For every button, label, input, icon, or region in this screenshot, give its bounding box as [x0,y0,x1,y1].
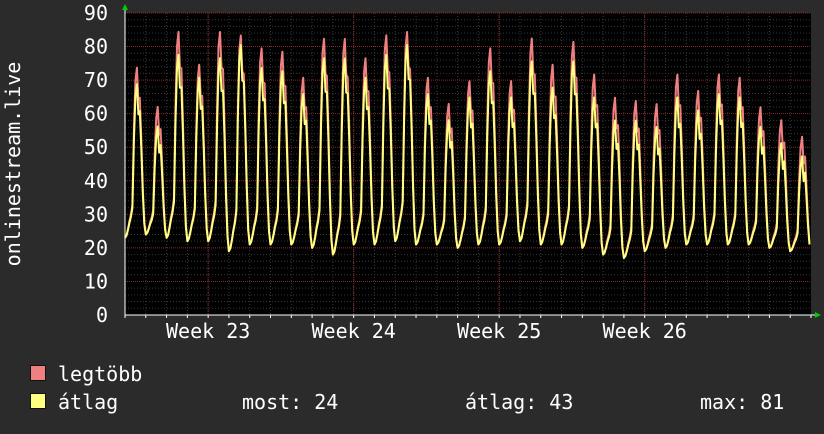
x-tick-labels: Week 23 Week 24 Week 25 Week 26 [166,319,687,343]
y-tick-label: 10 [84,269,108,293]
y-tick-label: 40 [84,169,108,193]
x-axis-arrow-icon [815,312,821,318]
stat-now: most: 24 [242,390,339,414]
x-tick-label: Week 25 [457,319,541,343]
legend-swatch-avg [30,393,46,409]
legend-label-avg: átlag [58,390,119,414]
x-tick-label: Week 26 [603,319,687,343]
y-tick-label: 20 [84,236,108,260]
legend-swatch-max [30,365,46,381]
x-tick-label: Week 23 [166,319,250,343]
y-tick-label: 0 [96,303,108,327]
y-tick-label: 90 [84,1,108,25]
y-tick-label: 80 [84,35,108,59]
y-axis-label: onlinestream.live [1,62,25,267]
stat-max: max: 81 [700,390,785,414]
x-tick-label: Week 24 [312,319,396,343]
y-tick-label: 50 [84,135,108,159]
y-tick-label: 60 [84,102,108,126]
y-tick-labels: 0 10 20 30 40 50 60 70 80 90 [84,1,108,327]
plot-area [125,13,811,315]
graph-image: 0 10 20 30 40 50 60 70 80 90 Week 23 Week 24 Week 2… [0,0,824,430]
stat-avg: átlag: 43 [465,390,574,414]
y-tick-label: 30 [84,202,108,226]
y-axis-arrow-icon [122,4,128,10]
y-tick-label: 70 [84,68,108,92]
legend-label-max: legtöbb [58,362,143,386]
